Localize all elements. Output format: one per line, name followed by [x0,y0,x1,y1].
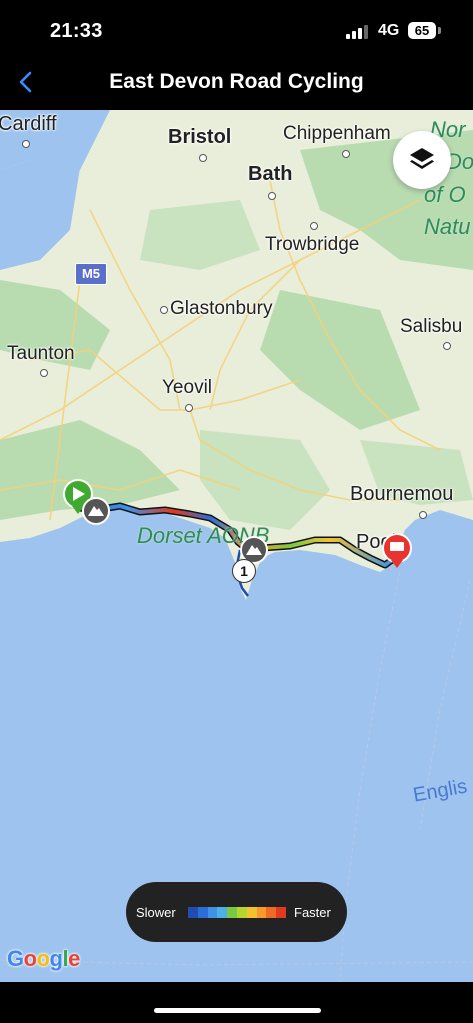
battery-icon: 65 [408,22,436,39]
place-bournemouth: Bournemou [350,483,454,505]
place-yeovil: Yeovil [162,377,213,398]
place-bath: Bath [248,163,293,185]
place-dot-glastonbury [160,306,168,314]
legend-color-swatch [236,907,247,918]
place-dot-salisbury [443,342,451,350]
legend-color-swatch [246,907,257,918]
legend-color-swatch [197,907,208,918]
finish-marker-icon[interactable] [379,532,415,572]
map-layers-button[interactable] [393,131,451,189]
page-title: East Devon Road Cycling [109,70,364,93]
layers-icon [410,148,434,169]
legend-color-swatch [256,907,267,918]
home-bar [0,982,473,1023]
route-map[interactable]: Cardiff Bristol Chippenham Bath Trowbrid… [0,110,473,982]
legend-color-swatch [207,907,218,918]
speed-legend: Slower Faster [126,882,347,942]
place-cardiff: Cardiff [0,113,57,135]
legend-faster-label: Faster [294,905,331,920]
summit-marker-icon[interactable] [81,496,111,526]
waypoint-number: 1 [240,563,248,579]
legend-color-swatch [276,907,286,918]
legend-color-swatch [227,907,237,918]
battery-tip [438,27,441,34]
legend-color-swatch [266,907,277,918]
place-dot-yeovil [185,404,193,412]
area-label-north-wessex-4: Natu [424,214,471,239]
place-chippenham: Chippenham [283,123,391,144]
place-bristol: Bristol [168,126,232,148]
legend-slower-label: Slower [136,905,176,920]
legend-color-swatch [188,907,198,918]
place-dot-trowbridge [310,222,318,230]
home-indicator[interactable] [154,1008,321,1013]
place-glastonbury: Glastonbury [170,298,273,319]
road-shield-m5: M5 [75,263,107,285]
status-time: 21:33 [50,20,103,42]
waypoint-marker[interactable]: 1 [232,559,256,583]
signal-icon [346,24,370,39]
place-trowbridge: Trowbridge [265,234,360,255]
network-type: 4G [378,22,400,39]
place-salisbury: Salisbu [400,316,463,337]
place-taunton: Taunton [7,343,75,364]
place-dot-bristol [199,154,207,162]
status-bar: 21:33 4G 65 [0,0,473,60]
place-dot-bournemouth [419,511,427,519]
google-logo: Google [7,946,80,971]
place-dot-chippenham [342,150,350,158]
place-dot-taunton [40,369,48,377]
nav-bar: East Devon Road Cycling [0,60,473,110]
legend-color-bar [188,907,286,918]
place-dot-bath [268,192,276,200]
legend-color-swatch [217,907,228,918]
place-dot-cardiff [22,140,30,148]
